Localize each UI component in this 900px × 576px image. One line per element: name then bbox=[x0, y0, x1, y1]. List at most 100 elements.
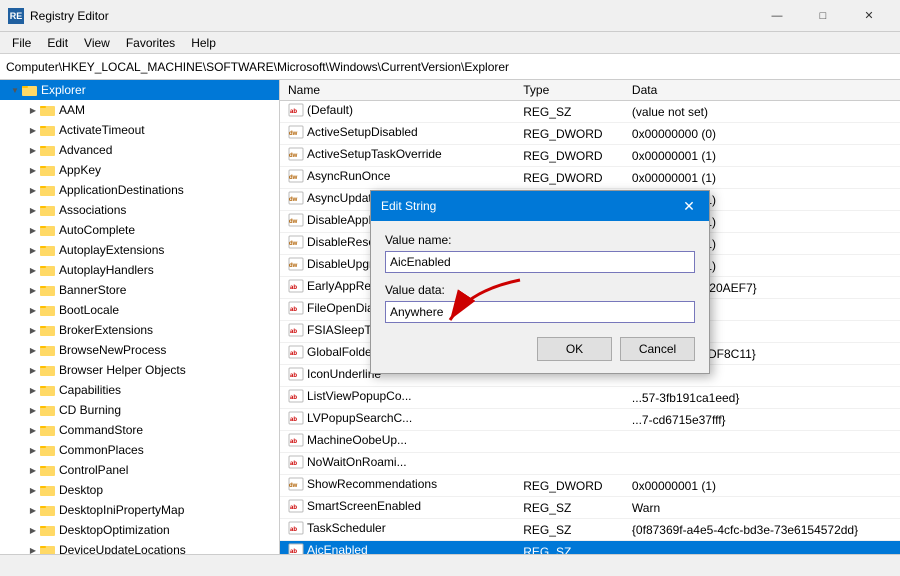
dialog-close-button[interactable]: ✕ bbox=[679, 196, 699, 216]
row-data: ...57-3fb191ca1eed} bbox=[624, 387, 900, 409]
svg-text:dw: dw bbox=[289, 241, 298, 247]
tree-item-desktop[interactable]: ▶ Desktop bbox=[0, 480, 279, 500]
table-row[interactable]: ab TaskScheduler REG_SZ {0f87369f-a4e5-4… bbox=[280, 519, 900, 541]
expand-icon: ▶ bbox=[26, 203, 40, 217]
tree-item-explorer[interactable]: ▼ Explorer bbox=[0, 80, 279, 100]
tree-item-bootlocale[interactable]: ▶ BootLocale bbox=[0, 300, 279, 320]
table-row[interactable]: ab ListViewPopupCo... ...57-3fb191ca1eed… bbox=[280, 387, 900, 409]
cancel-button[interactable]: Cancel bbox=[620, 337, 695, 361]
tree-item-capabilities[interactable]: ▶ Capabilities bbox=[0, 380, 279, 400]
tree-item-desktopini[interactable]: ▶ DesktopIniPropertyMap bbox=[0, 500, 279, 520]
tree-item-browsenewproc[interactable]: ▶ BrowseNewProcess bbox=[0, 340, 279, 360]
row-data: 0x00000001 (1) bbox=[624, 145, 900, 167]
tree-item-label: CommonPlaces bbox=[59, 443, 144, 457]
folder-icon bbox=[40, 443, 56, 457]
row-name: dw AsyncRunOnce bbox=[280, 167, 515, 189]
dialog-buttons: OK Cancel bbox=[385, 337, 695, 361]
row-type bbox=[515, 431, 624, 453]
table-row[interactable]: dw ShowRecommendations REG_DWORD 0x00000… bbox=[280, 475, 900, 497]
tree-item-appdest[interactable]: ▶ ApplicationDestinations bbox=[0, 180, 279, 200]
svg-text:ab: ab bbox=[290, 285, 297, 291]
expand-icon: ▶ bbox=[26, 283, 40, 297]
folder-icon bbox=[40, 123, 56, 137]
expand-icon: ▶ bbox=[26, 423, 40, 437]
expand-icon: ▶ bbox=[26, 163, 40, 177]
row-data bbox=[624, 541, 900, 555]
tree-item-brokerext[interactable]: ▶ BrokerExtensions bbox=[0, 320, 279, 340]
svg-text:ab: ab bbox=[290, 329, 297, 335]
maximize-button[interactable]: □ bbox=[800, 0, 846, 32]
row-data bbox=[624, 453, 900, 475]
tree-item-browserhelper[interactable]: ▶ Browser Helper Objects bbox=[0, 360, 279, 380]
tree-item-appkey[interactable]: ▶ AppKey bbox=[0, 160, 279, 180]
tree-item-label: BannerStore bbox=[59, 283, 126, 297]
tree-item-autocomplete[interactable]: ▶ AutoComplete bbox=[0, 220, 279, 240]
col-type: Type bbox=[515, 80, 624, 101]
tree-item-controlpanel[interactable]: ▶ ControlPanel bbox=[0, 460, 279, 480]
table-row[interactable]: ab (Default) REG_SZ (value not set) bbox=[280, 101, 900, 123]
folder-icon bbox=[40, 283, 56, 297]
table-row[interactable]: ab AicEnabled REG_SZ bbox=[280, 541, 900, 555]
table-row[interactable]: ab NoWaitOnRoami... bbox=[280, 453, 900, 475]
tree-item-advanced[interactable]: ▶ Advanced bbox=[0, 140, 279, 160]
menu-file[interactable]: File bbox=[4, 34, 39, 52]
window-title: Registry Editor bbox=[30, 9, 754, 23]
tree-item-deviceupdate[interactable]: ▶ DeviceUpdateLocations bbox=[0, 540, 279, 554]
folder-icon bbox=[40, 383, 56, 397]
menu-edit[interactable]: Edit bbox=[39, 34, 76, 52]
menu-help[interactable]: Help bbox=[183, 34, 224, 52]
value-data-input[interactable] bbox=[385, 301, 695, 323]
tree-item-label: BrowseNewProcess bbox=[59, 343, 166, 357]
minimize-button[interactable]: — bbox=[754, 0, 800, 32]
svg-text:ab: ab bbox=[290, 505, 297, 511]
folder-icon bbox=[40, 143, 56, 157]
row-type: REG_SZ bbox=[515, 101, 624, 123]
tree-item-commonplaces[interactable]: ▶ CommonPlaces bbox=[0, 440, 279, 460]
tree-item-label: AAM bbox=[59, 103, 85, 117]
svg-text:dw: dw bbox=[289, 153, 298, 159]
tree-item-bannerstore[interactable]: ▶ BannerStore bbox=[0, 280, 279, 300]
table-row[interactable]: ab LVPopupSearchC... ...7-cd6715e37fff} bbox=[280, 409, 900, 431]
tree-item-label: DesktopOptimization bbox=[59, 523, 170, 537]
row-data: 0x00000001 (1) bbox=[624, 475, 900, 497]
tree-item-activatetimeout[interactable]: ▶ ActivateTimeout bbox=[0, 120, 279, 140]
window-controls: — □ ✕ bbox=[754, 0, 892, 32]
tree-item-label: CommandStore bbox=[59, 423, 143, 437]
row-name: ab TaskScheduler bbox=[280, 519, 515, 541]
ok-button[interactable]: OK bbox=[537, 337, 612, 361]
table-row[interactable]: ab MachineOobeUp... bbox=[280, 431, 900, 453]
tree-item-autoplayext[interactable]: ▶ AutoplayExtensions bbox=[0, 240, 279, 260]
svg-text:ab: ab bbox=[290, 461, 297, 467]
tree-item-associations[interactable]: ▶ Associations bbox=[0, 200, 279, 220]
close-button[interactable]: ✕ bbox=[846, 0, 892, 32]
table-row[interactable]: dw AsyncRunOnce REG_DWORD 0x00000001 (1) bbox=[280, 167, 900, 189]
menu-view[interactable]: View bbox=[76, 34, 118, 52]
tree-item-label: AutoplayHandlers bbox=[59, 263, 154, 277]
tree-item-aam[interactable]: ▶ AAM bbox=[0, 100, 279, 120]
expand-icon: ▶ bbox=[26, 123, 40, 137]
table-row[interactable]: dw ActiveSetupDisabled REG_DWORD 0x00000… bbox=[280, 123, 900, 145]
value-name-input[interactable] bbox=[385, 251, 695, 273]
table-row[interactable]: ab SmartScreenEnabled REG_SZ Warn bbox=[280, 497, 900, 519]
menu-favorites[interactable]: Favorites bbox=[118, 34, 183, 52]
tree-item-cdburning[interactable]: ▶ CD Burning bbox=[0, 400, 279, 420]
tree-item-autoplayhand[interactable]: ▶ AutoplayHandlers bbox=[0, 260, 279, 280]
row-name: ab (Default) bbox=[280, 101, 515, 123]
tree-item-label: BootLocale bbox=[59, 303, 119, 317]
tree-item-commandstore[interactable]: ▶ CommandStore bbox=[0, 420, 279, 440]
row-name: ab AicEnabled bbox=[280, 541, 515, 555]
folder-icon bbox=[40, 203, 56, 217]
tree-item-label: CD Burning bbox=[59, 403, 121, 417]
svg-text:ab: ab bbox=[290, 109, 297, 115]
expand-icon: ▶ bbox=[26, 523, 40, 537]
folder-icon bbox=[22, 83, 38, 97]
expand-icon: ▶ bbox=[26, 323, 40, 337]
row-name: dw ShowRecommendations bbox=[280, 475, 515, 497]
tree-item-desktopopt[interactable]: ▶ DesktopOptimization bbox=[0, 520, 279, 540]
expand-icon: ▶ bbox=[26, 303, 40, 317]
row-type: REG_DWORD bbox=[515, 145, 624, 167]
folder-icon bbox=[40, 423, 56, 437]
table-row[interactable]: dw ActiveSetupTaskOverride REG_DWORD 0x0… bbox=[280, 145, 900, 167]
folder-icon bbox=[40, 503, 56, 517]
value-data-label: Value data: bbox=[385, 283, 695, 297]
